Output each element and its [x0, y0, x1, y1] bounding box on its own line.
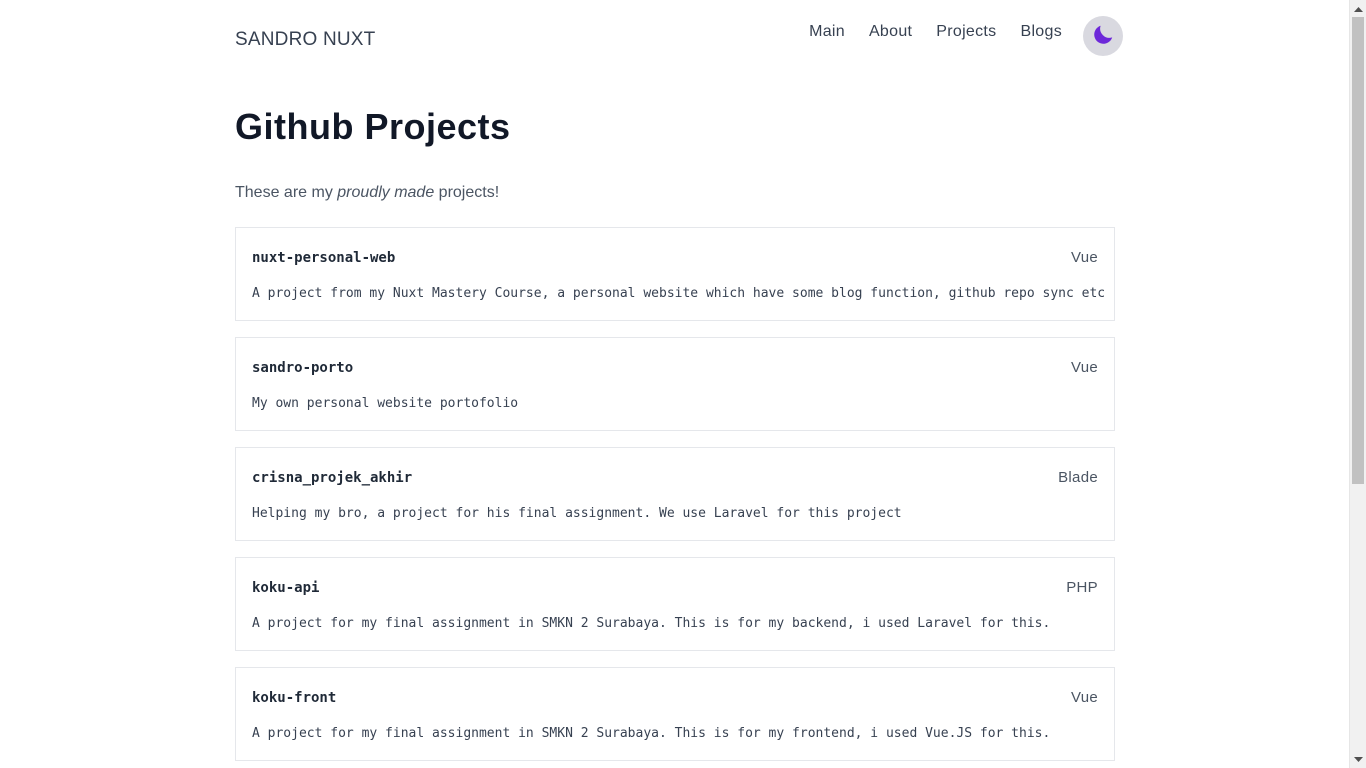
- project-language: Vue: [1070, 359, 1098, 376]
- project-card[interactable]: koku-front Vue A project for my final as…: [235, 667, 1115, 761]
- scrollbar-thumb[interactable]: [1352, 17, 1364, 484]
- nav-link-projects[interactable]: Projects: [936, 24, 996, 40]
- site-header: SANDRO NUXT Main About Projects Blogs: [235, 16, 1123, 56]
- project-description: A project for my final assignment in SMK…: [252, 726, 1051, 741]
- nav-link-blogs[interactable]: Blogs: [1020, 24, 1062, 40]
- project-name[interactable]: koku-front: [252, 690, 336, 706]
- project-name[interactable]: nuxt-personal-web: [252, 250, 395, 266]
- project-description: A project for my final assignment in SMK…: [252, 616, 1051, 631]
- page-intro: These are my proudly made projects!: [235, 184, 499, 202]
- nav-link-main[interactable]: Main: [809, 24, 845, 40]
- page-title: Github Projects: [235, 106, 511, 147]
- project-card[interactable]: crisna_projek_akhir Blade Helping my bro…: [235, 447, 1115, 541]
- project-card[interactable]: koku-api PHP A project for my final assi…: [235, 557, 1115, 651]
- main-nav: Main About Projects Blogs: [809, 16, 1123, 56]
- site-title-link[interactable]: SANDRO NUXT: [235, 29, 376, 51]
- project-description: A project from my Nuxt Mastery Course, a…: [252, 286, 1106, 301]
- project-language: Blade: [1058, 469, 1098, 486]
- project-name[interactable]: sandro-porto: [252, 360, 353, 376]
- project-name[interactable]: koku-api: [252, 580, 319, 596]
- intro-text-end: projects!: [434, 184, 500, 201]
- project-language: Vue: [1070, 249, 1098, 266]
- vertical-scrollbar[interactable]: [1349, 0, 1366, 768]
- intro-emphasis: proudly made: [337, 184, 435, 201]
- arrow-down-icon[interactable]: [1350, 751, 1366, 768]
- intro-text-start: These are my: [235, 184, 338, 201]
- moon-icon: [1090, 22, 1116, 51]
- project-list: nuxt-personal-web Vue A project from my …: [235, 227, 1115, 768]
- project-card[interactable]: nuxt-personal-web Vue A project from my …: [235, 227, 1115, 321]
- project-card[interactable]: sandro-porto Vue My own personal website…: [235, 337, 1115, 431]
- project-name[interactable]: crisna_projek_akhir: [252, 470, 412, 486]
- project-language: Vue: [1070, 689, 1098, 706]
- project-description: Helping my bro, a project for his final …: [252, 506, 902, 521]
- project-language: PHP: [1066, 579, 1098, 596]
- project-description: My own personal website portofolio: [252, 396, 519, 411]
- page: SANDRO NUXT Main About Projects Blogs Gi…: [0, 0, 1349, 768]
- arrow-up-icon[interactable]: [1350, 0, 1366, 17]
- theme-toggle-button[interactable]: [1083, 16, 1123, 56]
- nav-link-about[interactable]: About: [869, 24, 912, 40]
